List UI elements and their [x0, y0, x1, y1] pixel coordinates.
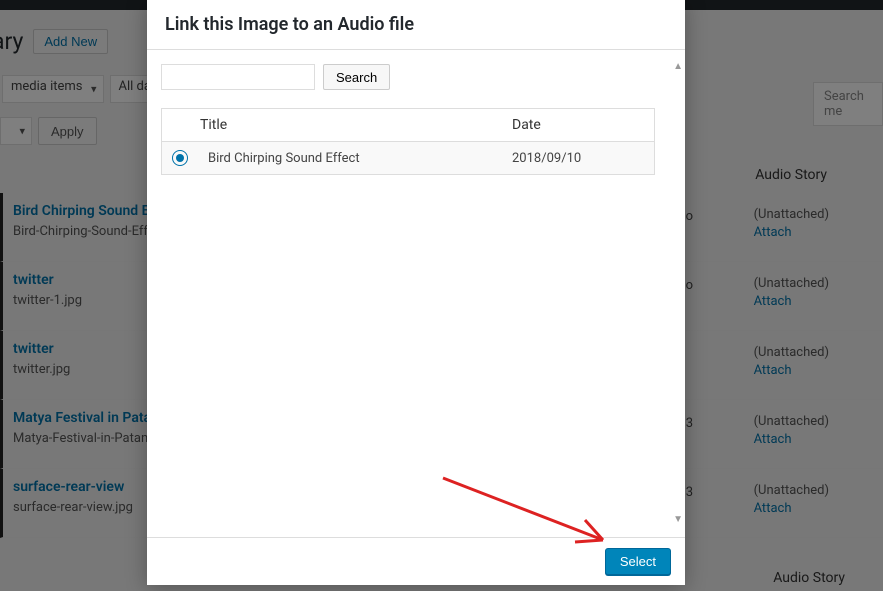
th-title: Title	[196, 117, 512, 133]
search-input[interactable]	[161, 64, 315, 90]
th-date: Date	[512, 117, 644, 133]
link-audio-modal: Link this Image to an Audio file Search …	[147, 0, 685, 585]
row-title: Bird Chirping Sound Effect	[196, 151, 512, 166]
scroll-up-icon[interactable]: ▲	[673, 62, 683, 72]
modal-title: Link this Image to an Audio file	[165, 14, 667, 35]
radio-icon[interactable]	[172, 150, 188, 166]
select-button[interactable]: Select	[605, 548, 671, 575]
scroll-down-icon[interactable]: ▼	[673, 515, 683, 525]
table-row[interactable]: Bird Chirping Sound Effect 2018/09/10	[162, 142, 654, 174]
row-date: 2018/09/10	[512, 151, 644, 166]
scrollbar[interactable]: ▲ ▼	[673, 62, 683, 525]
search-button[interactable]: Search	[323, 64, 390, 90]
table-header: Title Date	[162, 109, 654, 142]
